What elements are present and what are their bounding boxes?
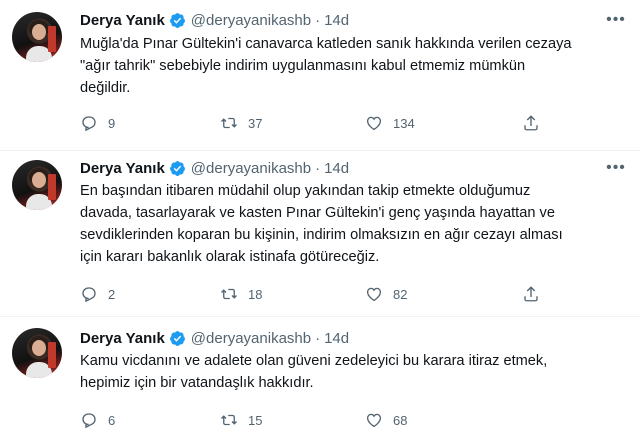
tweet-text: En başından itibaren müdahil olup yakınd… [80,180,625,268]
retweet-icon [221,288,237,300]
tweet-text-line: Kamu vicdanını ve adalete olan güveni ze… [80,353,548,369]
author-name[interactable]: Derya Yanık [80,330,165,347]
tweet-header: Derya Yanık @deryayanikashb · 14d [80,10,349,30]
avatar[interactable] [12,160,62,210]
tweet-text-line: En başından itibaren müdahil olup yakınd… [80,183,531,199]
author-name[interactable]: Derya Yanık [80,160,165,177]
share-button[interactable] [522,113,550,133]
retweet-icon [221,414,237,426]
heart-icon [366,287,382,302]
tweet-text-line: sevdiklerinden koparan bu kişinin, indir… [80,227,563,243]
heart-icon [366,116,382,131]
reply-button[interactable]: 2 [80,284,115,304]
retweet-button[interactable]: 15 [220,410,262,430]
author-handle[interactable]: @deryayanikashb [191,12,311,29]
tweet-actions: 6 15 68 [80,410,550,430]
separator-dot: · [315,159,321,177]
verified-badge-icon [169,330,185,346]
reply-count: 9 [108,115,116,131]
like-count: 68 [393,412,408,428]
timestamp[interactable]: 14d [324,330,349,347]
tweet-text-line: davada, tasarlayarak ve kasten Pınar Gül… [80,205,555,221]
more-horizontal-icon[interactable]: ••• [606,158,626,178]
retweet-count: 37 [248,115,263,131]
retweet-count: 18 [248,286,263,302]
tweet-text-line: değildir. [80,80,131,96]
reply-count: 6 [108,412,116,428]
verified-badge-icon [169,160,185,176]
tweet-text-line: hepimiz için bir vatandaşlık hakkıdır. [80,375,314,391]
tweet-text-line: Muğla'da Pınar Gültekin'i canavarca katl… [80,36,572,52]
author-name[interactable]: Derya Yanık [80,12,165,29]
like-button[interactable]: 134 [365,113,415,133]
retweet-button[interactable]: 37 [220,113,262,133]
author-handle[interactable]: @deryayanikashb [191,330,311,347]
tweet-actions: 9 37 134 [80,113,550,133]
reply-icon [82,413,96,429]
reply-count: 2 [108,286,116,302]
separator-dot: · [315,11,321,29]
share-button[interactable] [522,284,550,304]
author-handle[interactable]: @deryayanikashb [191,160,311,177]
timestamp[interactable]: 14d [324,160,349,177]
share-icon [524,115,538,131]
reply-button[interactable]: 6 [80,410,115,430]
tweet-text: Muğla'da Pınar Gültekin'i canavarca katl… [80,33,625,99]
timestamp[interactable]: 14d [324,12,349,29]
tweet-text: Kamu vicdanını ve adalete olan güveni ze… [80,350,625,394]
avatar[interactable] [12,328,62,378]
separator-dot: · [315,329,321,347]
retweet-button[interactable]: 18 [220,284,262,304]
tweet-header: Derya Yanık @deryayanikashb · 14d [80,328,349,348]
avatar[interactable] [12,12,62,62]
tweet-actions: 2 18 82 [80,284,550,304]
tweet-text-line: için kararı bakanlık olarak istinafa göt… [80,249,380,265]
tweet-text-line: "ağır tahrik" sebebiyle indirim uygulanm… [80,58,526,74]
reply-button[interactable]: 9 [80,113,115,133]
like-count: 134 [393,115,415,131]
heart-icon [366,413,382,428]
tweet-header: Derya Yanık @deryayanikashb · 14d [80,158,349,178]
more-horizontal-icon[interactable]: ••• [606,10,626,30]
like-count: 82 [393,286,408,302]
tweet[interactable]: Derya Yanık @deryayanikashb · 14d ••• En… [0,150,640,316]
share-icon [524,286,538,302]
tweet[interactable]: Derya Yanık @deryayanikashb · 14d ••• Mu… [0,0,640,150]
like-button[interactable]: 68 [365,410,407,430]
retweet-count: 15 [248,412,263,428]
retweet-icon [221,117,237,129]
reply-icon [82,116,96,132]
verified-badge-icon [169,12,185,28]
tweet[interactable]: Derya Yanık @deryayanikashb · 14d Kamu v… [0,316,640,436]
like-button[interactable]: 82 [365,284,407,304]
reply-icon [82,287,96,303]
